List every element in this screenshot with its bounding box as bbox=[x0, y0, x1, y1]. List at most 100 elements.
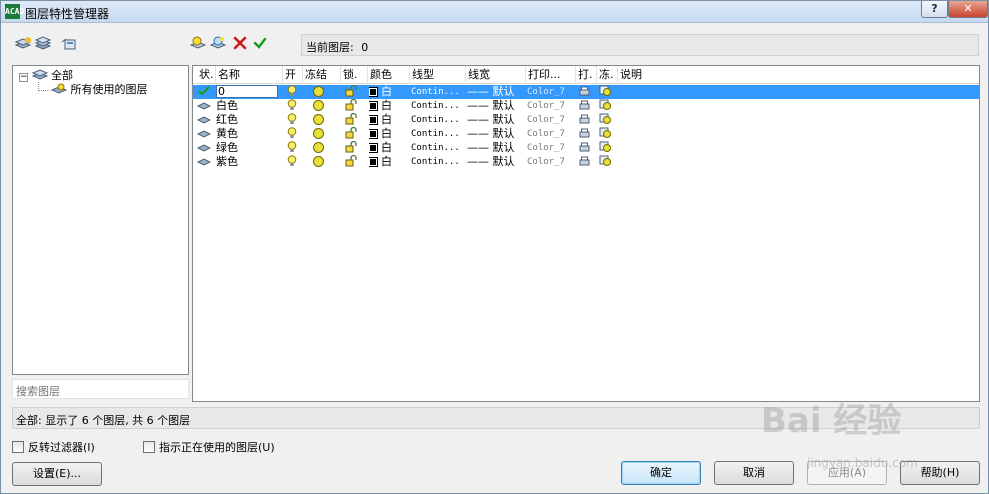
ok-button[interactable]: 确定 bbox=[621, 461, 701, 485]
unlock-icon[interactable] bbox=[345, 141, 358, 153]
layer-name-editor[interactable]: 0 bbox=[216, 85, 278, 98]
layer-lineweight[interactable]: —— 默认 bbox=[467, 113, 515, 126]
unlock-icon[interactable] bbox=[345, 85, 358, 97]
title-bar[interactable]: ACAD 图层特性管理器 ? ✕ bbox=[1, 1, 988, 23]
unlock-icon[interactable] bbox=[345, 127, 358, 139]
layer-lineweight[interactable]: —— 默认 bbox=[467, 85, 515, 98]
delete-layer-icon[interactable] bbox=[231, 35, 249, 51]
lightbulb-on-icon[interactable] bbox=[287, 141, 297, 153]
layer-status-icon[interactable] bbox=[197, 127, 212, 139]
layer-states-manager-icon[interactable] bbox=[60, 36, 78, 52]
new-vp-thaw-icon[interactable] bbox=[599, 141, 612, 153]
layer-name[interactable]: 白色 bbox=[216, 99, 238, 112]
printer-icon[interactable] bbox=[578, 127, 591, 139]
layer-status-icon[interactable] bbox=[197, 113, 212, 125]
new-group-filter-icon[interactable] bbox=[34, 36, 52, 52]
layer-row[interactable]: 红色 白 Contin... —— 默认 Color_7 bbox=[193, 113, 979, 127]
indicate-in-use-box[interactable] bbox=[143, 441, 155, 453]
layer-color[interactable]: 白 bbox=[381, 141, 392, 154]
unlock-icon[interactable] bbox=[345, 99, 358, 111]
layer-row[interactable]: 白色 白 Contin... —— 默认 Color_7 bbox=[193, 99, 979, 113]
unlock-icon[interactable] bbox=[345, 113, 358, 125]
thaw-sun-icon[interactable] bbox=[313, 86, 324, 97]
search-layer-input[interactable]: 搜索图层 bbox=[12, 379, 189, 399]
new-vp-thaw-icon[interactable] bbox=[599, 155, 612, 167]
layer-linetype[interactable]: Contin... bbox=[411, 129, 460, 139]
column-header-lock[interactable]: 锁. bbox=[341, 66, 368, 84]
layer-linetype[interactable]: Contin... bbox=[411, 87, 460, 97]
layer-list[interactable]: 状. 名称 开 冻结 锁. 颜色 线型 线宽 打印... 打. 冻. 说明 0白… bbox=[192, 65, 980, 402]
column-header-on[interactable]: 开 bbox=[283, 66, 303, 84]
unlock-icon[interactable] bbox=[345, 155, 358, 167]
layer-name[interactable]: 紫色 bbox=[216, 155, 238, 168]
layer-color[interactable]: 白 bbox=[381, 155, 392, 168]
color-swatch[interactable] bbox=[369, 143, 378, 153]
help-title-button[interactable]: ? bbox=[921, 1, 948, 18]
column-header-status[interactable]: 状. bbox=[197, 66, 216, 84]
color-swatch[interactable] bbox=[369, 101, 378, 111]
lightbulb-on-icon[interactable] bbox=[287, 113, 297, 125]
tree-node-all[interactable]: − 全部 bbox=[19, 69, 73, 83]
column-header-newvpfreeze[interactable]: 冻. bbox=[597, 66, 618, 84]
new-vp-thaw-icon[interactable] bbox=[599, 85, 612, 97]
new-vp-thaw-icon[interactable] bbox=[599, 113, 612, 125]
settings-button[interactable]: 设置(E)... bbox=[12, 462, 102, 486]
tree-node-all-used-layers[interactable]: 所有使用的图层 bbox=[50, 83, 148, 97]
layer-row[interactable]: 紫色 白 Contin... —— 默认 Color_7 bbox=[193, 155, 979, 169]
layer-name[interactable]: 绿色 bbox=[216, 141, 238, 154]
printer-icon[interactable] bbox=[578, 141, 591, 153]
column-header-lineweight[interactable]: 线宽 bbox=[466, 66, 526, 84]
printer-icon[interactable] bbox=[578, 85, 591, 97]
column-header-color[interactable]: 颜色 bbox=[368, 66, 410, 84]
lightbulb-on-icon[interactable] bbox=[287, 85, 297, 97]
layer-lineweight[interactable]: —— 默认 bbox=[467, 127, 515, 140]
layer-color[interactable]: 白 bbox=[381, 99, 392, 112]
set-current-icon[interactable] bbox=[251, 35, 269, 51]
printer-icon[interactable] bbox=[578, 113, 591, 125]
layer-lineweight[interactable]: —— 默认 bbox=[467, 155, 515, 168]
indicate-in-use-checkbox[interactable]: 指示正在使用的图层(U) bbox=[143, 441, 275, 455]
column-header-name[interactable]: 名称 bbox=[216, 66, 283, 84]
new-vp-thaw-icon[interactable] bbox=[599, 99, 612, 111]
layer-row[interactable]: 0 白 Contin... —— 默认 Color_7 bbox=[193, 85, 979, 99]
layer-color[interactable]: 白 bbox=[381, 85, 392, 98]
layer-name[interactable]: 红色 bbox=[216, 113, 238, 126]
thaw-sun-icon[interactable] bbox=[313, 142, 324, 153]
invert-filter-checkbox[interactable]: 反转过滤器(I) bbox=[12, 441, 95, 455]
thaw-sun-icon[interactable] bbox=[313, 156, 324, 167]
layer-status-icon[interactable] bbox=[197, 155, 212, 167]
layer-color[interactable]: 白 bbox=[381, 127, 392, 140]
new-layer-vp-frozen-icon[interactable] bbox=[209, 35, 227, 51]
new-layer-icon[interactable] bbox=[189, 35, 207, 51]
color-swatch[interactable] bbox=[369, 157, 378, 167]
filter-tree-panel[interactable]: − 全部 所有使用的图层 bbox=[12, 65, 189, 375]
layer-row[interactable]: 绿色 白 Contin... —— 默认 Color_7 bbox=[193, 141, 979, 155]
new-property-filter-icon[interactable] bbox=[14, 36, 32, 52]
new-vp-thaw-icon[interactable] bbox=[599, 127, 612, 139]
collapse-icon[interactable]: − bbox=[19, 73, 28, 82]
color-swatch[interactable] bbox=[369, 115, 378, 125]
lightbulb-on-icon[interactable] bbox=[287, 155, 297, 167]
layer-linetype[interactable]: Contin... bbox=[411, 157, 460, 167]
color-swatch[interactable] bbox=[369, 129, 378, 139]
layer-lineweight[interactable]: —— 默认 bbox=[467, 141, 515, 154]
layer-status-icon[interactable] bbox=[197, 141, 212, 153]
column-header-plotstyle[interactable]: 打印... bbox=[526, 66, 576, 84]
color-swatch[interactable] bbox=[369, 87, 378, 97]
thaw-sun-icon[interactable] bbox=[313, 114, 324, 125]
thaw-sun-icon[interactable] bbox=[313, 128, 324, 139]
thaw-sun-icon[interactable] bbox=[313, 100, 324, 111]
lightbulb-on-icon[interactable] bbox=[287, 127, 297, 139]
column-header-linetype[interactable]: 线型 bbox=[410, 66, 466, 84]
layer-linetype[interactable]: Contin... bbox=[411, 115, 460, 125]
lightbulb-on-icon[interactable] bbox=[287, 99, 297, 111]
printer-icon[interactable] bbox=[578, 155, 591, 167]
invert-filter-box[interactable] bbox=[12, 441, 24, 453]
column-header-description[interactable]: 说明 bbox=[618, 66, 718, 84]
column-header-freeze[interactable]: 冻结 bbox=[303, 66, 341, 84]
close-button[interactable]: ✕ bbox=[948, 1, 988, 18]
layer-row[interactable]: 黄色 白 Contin... —— 默认 Color_7 bbox=[193, 127, 979, 141]
column-header-plot[interactable]: 打. bbox=[576, 66, 597, 84]
layer-status-icon[interactable] bbox=[197, 99, 212, 111]
printer-icon[interactable] bbox=[578, 99, 591, 111]
